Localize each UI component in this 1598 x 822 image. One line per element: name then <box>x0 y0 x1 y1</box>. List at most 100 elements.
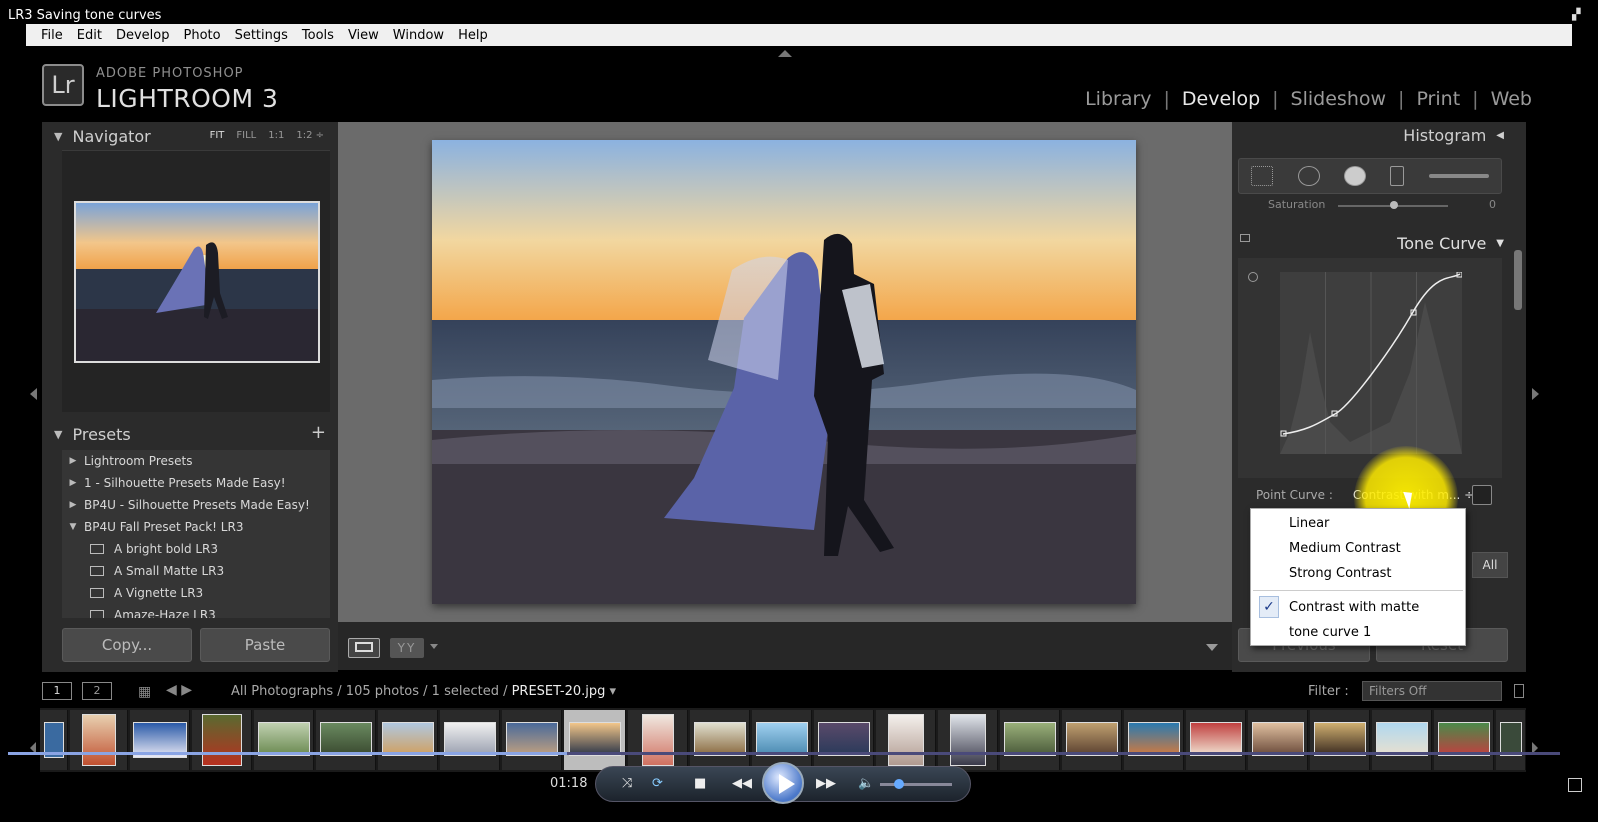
collapse-triangle-icon[interactable]: ▼ <box>1496 238 1504 249</box>
repeat-icon[interactable]: ⟳ <box>652 776 663 791</box>
grid-view-icon[interactable]: ▦ <box>138 684 151 700</box>
red-eye-icon[interactable] <box>1343 166 1366 186</box>
preset-folder[interactable]: ▶ BP4U - Silhouette Presets Made Easy! <box>62 494 330 516</box>
filmstrip-thumbnail[interactable] <box>1496 710 1526 770</box>
menu-edit[interactable]: Edit <box>70 28 109 43</box>
zoom-fill[interactable]: FILL <box>236 130 256 141</box>
loupe-view-button[interactable] <box>348 638 380 658</box>
filmstrip-thumbnail[interactable] <box>1062 710 1122 770</box>
right-scrollbar[interactable] <box>1514 250 1522 310</box>
filmstrip-thumbnail[interactable] <box>690 710 750 770</box>
all-button[interactable]: All <box>1472 552 1508 578</box>
navigator-preview[interactable] <box>62 150 330 412</box>
left-panel-toggle-icon[interactable] <box>30 388 37 400</box>
tone-curve-graph[interactable] <box>1238 258 1502 478</box>
image-view[interactable] <box>338 122 1232 622</box>
preset-folder[interactable]: ▶ 1 - Silhouette Presets Made Easy! <box>62 472 330 494</box>
menu-develop[interactable]: Develop <box>109 28 177 43</box>
filmstrip-thumbnail[interactable] <box>1434 710 1494 770</box>
graduated-filter-icon[interactable] <box>1390 166 1405 186</box>
menu-photo[interactable]: Photo <box>176 28 227 43</box>
filmstrip-thumbnail[interactable] <box>316 710 376 770</box>
zoom-ratio[interactable]: 1:2 ÷ <box>296 130 324 141</box>
collapse-triangle-icon[interactable]: ▼ <box>62 522 84 532</box>
filmstrip-thumbnail[interactable] <box>1124 710 1184 770</box>
menu-settings[interactable]: Settings <box>228 28 295 43</box>
filmstrip-thumbnail[interactable] <box>70 710 128 770</box>
filter-select[interactable]: Filters Off <box>1362 681 1502 701</box>
filmstrip-thumbnail[interactable] <box>1000 710 1060 770</box>
paste-button[interactable]: Paste <box>200 628 330 662</box>
toolbar-menu-icon[interactable] <box>1206 644 1218 651</box>
filmstrip-thumbnail[interactable] <box>254 710 314 770</box>
filmstrip-thumbnail[interactable] <box>752 710 812 770</box>
play-button[interactable] <box>762 762 804 804</box>
preset-item[interactable]: A Small Matte LR3 <box>62 560 330 582</box>
navigator-header[interactable]: ▼ Navigator FIT FILL 1:1 1:2 ÷ <box>42 122 338 150</box>
crop-tool-icon[interactable] <box>1251 166 1274 186</box>
restore-icon[interactable]: ▞ <box>1572 8 1586 21</box>
filmstrip-thumbnail[interactable] <box>192 710 252 770</box>
filmstrip-thumbnail[interactable] <box>628 710 688 770</box>
tone-curve-header[interactable]: Tone Curve ▼ <box>1232 230 1526 256</box>
zoom-fit[interactable]: FIT <box>210 130 225 141</box>
dropdown-item-contrast-with-matte[interactable]: ✓ Contrast with matte <box>1251 595 1465 620</box>
preset-folder[interactable]: ▼ BP4U Fall Preset Pack! LR3 <box>62 516 330 538</box>
edit-point-curve-icon[interactable] <box>1472 485 1492 505</box>
volume-icon[interactable]: 🔈 <box>858 776 874 791</box>
saturation-thumb[interactable] <box>1390 201 1398 209</box>
filmstrip-thumbnail-selected[interactable] <box>564 710 626 770</box>
video-progress-bar[interactable] <box>8 752 1560 755</box>
next-track-icon[interactable]: ▶▶ <box>816 776 836 791</box>
dropdown-item-linear[interactable]: Linear <box>1251 511 1465 536</box>
secondary-window-1-button[interactable]: 1 <box>42 682 72 700</box>
before-after-dropdown-icon[interactable] <box>430 644 438 649</box>
filmstrip-thumbnail[interactable] <box>440 710 500 770</box>
filmstrip-source[interactable]: All Photographs / 105 photos / 1 selecte… <box>231 684 616 699</box>
expand-left-triangle-icon[interactable]: ◀ <box>1496 130 1504 141</box>
filmstrip-thumbnail[interactable] <box>40 710 68 770</box>
secondary-window-2-button[interactable]: 2 <box>82 682 112 700</box>
fullscreen-icon[interactable] <box>1568 778 1582 792</box>
preset-item[interactable]: A Vignette LR3 <box>62 582 330 604</box>
back-forward-icon[interactable]: ◀ ▶ <box>166 682 192 698</box>
presets-header[interactable]: ▼ Presets + <box>42 420 338 448</box>
collapse-triangle-icon[interactable]: ▼ <box>54 130 62 143</box>
previous-track-icon[interactable]: ◀◀ <box>732 776 752 791</box>
preset-item[interactable]: Amaze-Haze LR3 <box>62 604 330 618</box>
collapse-top-panel-icon[interactable] <box>778 50 792 57</box>
dropdown-item-medium-contrast[interactable]: Medium Contrast <box>1251 536 1465 561</box>
collapse-triangle-icon[interactable]: ▼ <box>54 428 62 441</box>
menu-help[interactable]: Help <box>451 28 495 43</box>
menu-window[interactable]: Window <box>386 28 451 43</box>
expand-triangle-icon[interactable]: ▶ <box>62 456 84 466</box>
stop-icon[interactable]: ■ <box>694 776 706 791</box>
filter-lock-icon[interactable] <box>1514 684 1524 698</box>
volume-slider[interactable] <box>880 779 952 789</box>
copy-button[interactable]: Copy... <box>62 628 192 662</box>
menu-view[interactable]: View <box>341 28 386 43</box>
expand-triangle-icon[interactable]: ▶ <box>62 478 84 488</box>
preset-item[interactable]: A bright bold LR3 <box>62 538 330 560</box>
filmstrip-thumbnail[interactable] <box>1372 710 1432 770</box>
filmstrip-thumbnail[interactable] <box>378 710 438 770</box>
module-library[interactable]: Library <box>1085 88 1151 110</box>
filmstrip-thumbnail[interactable] <box>814 710 874 770</box>
filmstrip-thumbnail[interactable] <box>1310 710 1370 770</box>
target-adjust-icon[interactable] <box>1248 272 1258 282</box>
adjustment-brush-icon[interactable] <box>1428 174 1489 178</box>
filmstrip-thumbnail[interactable] <box>938 710 998 770</box>
filmstrip-thumbnail[interactable] <box>130 710 190 770</box>
before-after-button[interactable]: YY <box>390 638 424 658</box>
preset-folder[interactable]: ▶ Lightroom Presets <box>62 450 330 472</box>
right-panel-toggle-icon[interactable] <box>1532 388 1539 400</box>
histogram-header[interactable]: Histogram ◀ <box>1232 122 1526 148</box>
spot-removal-icon[interactable] <box>1297 166 1320 186</box>
dropdown-item-tone-curve-1[interactable]: tone curve 1 <box>1251 620 1465 645</box>
module-print[interactable]: Print <box>1416 88 1460 110</box>
menu-tools[interactable]: Tools <box>295 28 341 43</box>
expand-triangle-icon[interactable]: ▶ <box>62 500 84 510</box>
filmstrip-thumbnail[interactable] <box>1248 710 1308 770</box>
filmstrip-thumbnail[interactable] <box>502 710 562 770</box>
module-develop[interactable]: Develop <box>1182 88 1260 110</box>
